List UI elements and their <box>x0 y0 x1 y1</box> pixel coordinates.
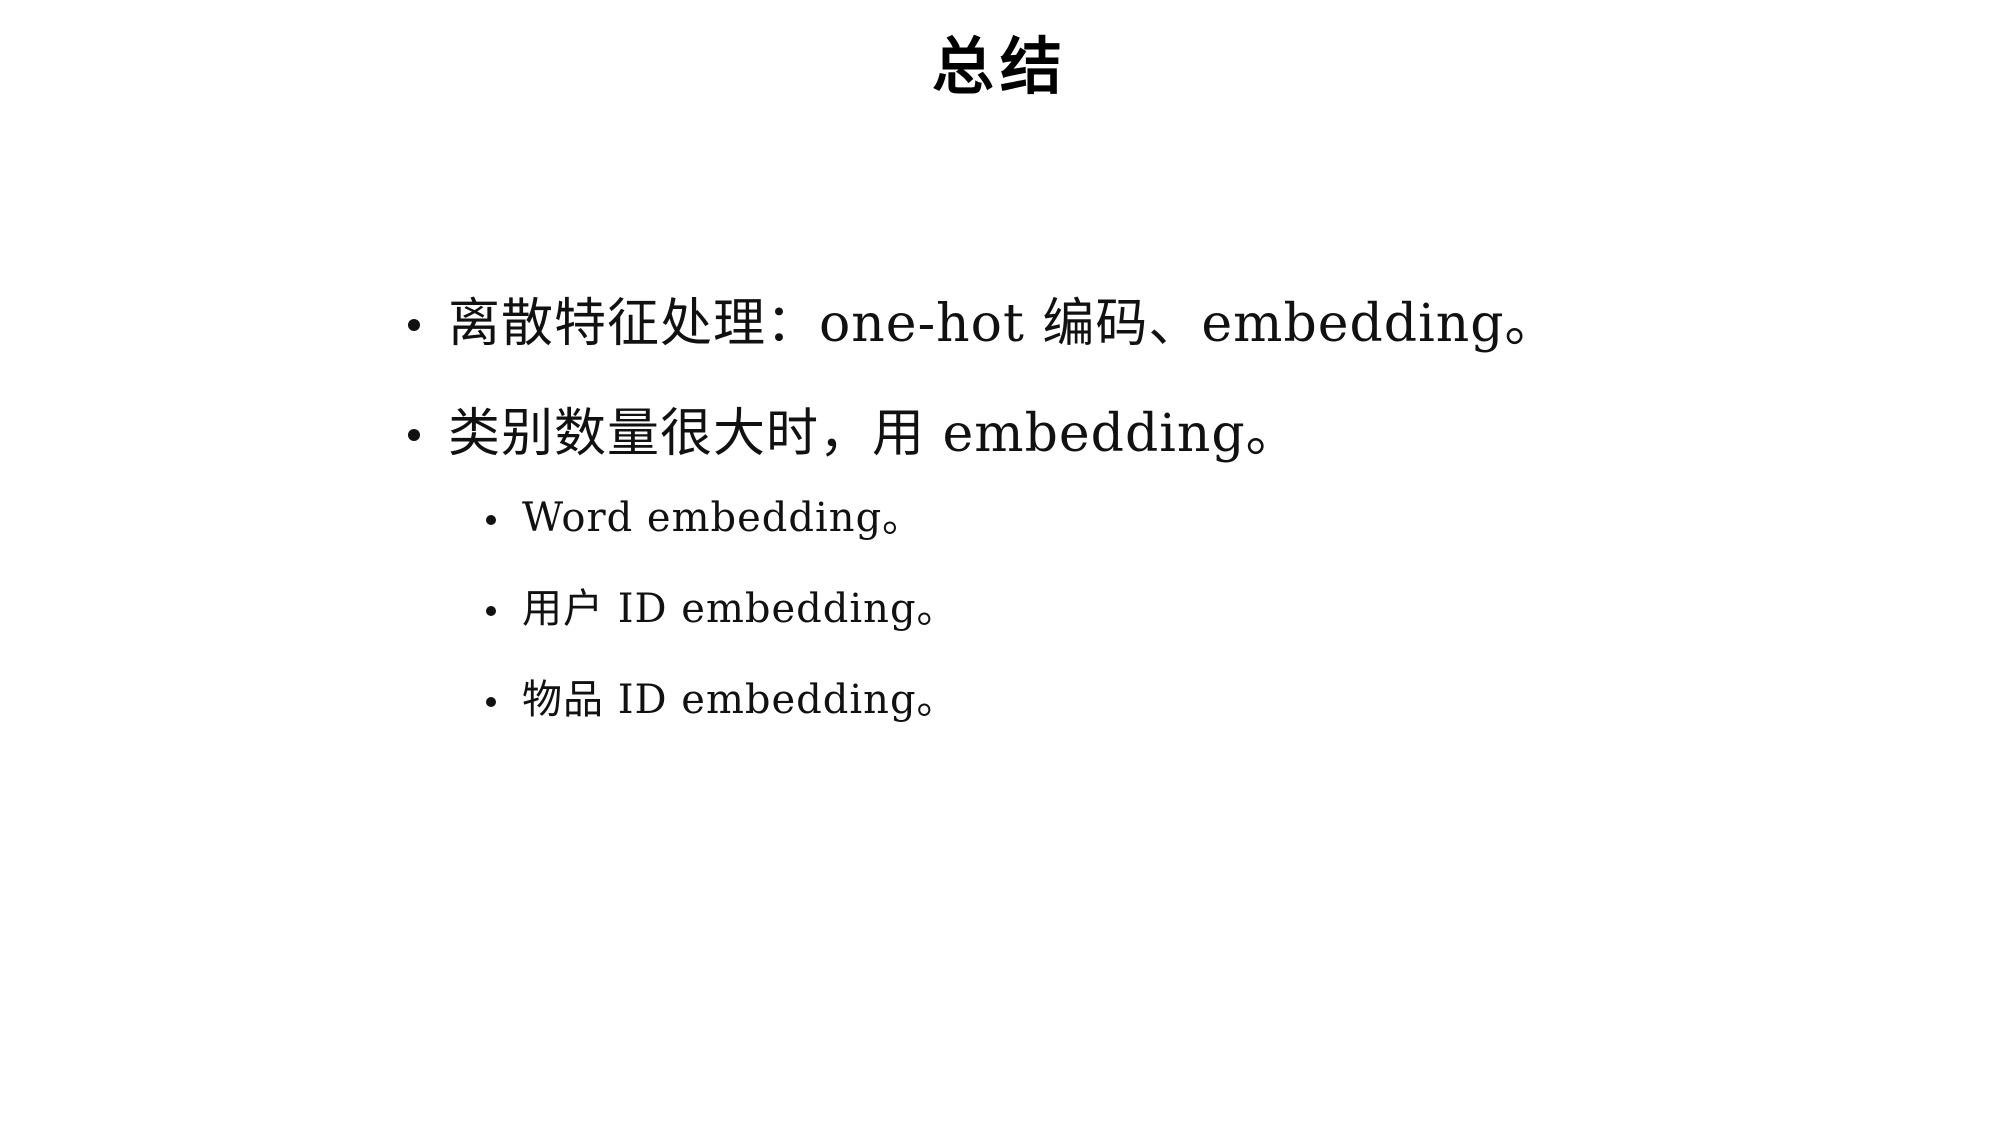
sub-bullet-item: 物品 ID embedding。 <box>400 672 1800 728</box>
bullet-dot-icon <box>486 515 496 525</box>
sub-bullet-text: 物品 ID embedding。 <box>522 677 958 723</box>
bullet-dot-icon <box>408 319 420 331</box>
bullet-item: 离散特征处理：one-hot 编码、embedding。 <box>400 288 1800 360</box>
slide-title: 总结 <box>931 30 1068 103</box>
bullet-item: 类别数量很大时，用 embedding。 <box>400 398 1800 470</box>
sub-bullet-item: Word embedding。 <box>400 490 1800 546</box>
bullet-dot-icon <box>486 697 496 707</box>
sub-bullet-text: Word embedding。 <box>522 495 924 541</box>
bullet-text: 离散特征处理：one-hot 编码、embedding。 <box>448 294 1558 354</box>
bullet-dot-icon <box>408 429 420 441</box>
sub-bullet-text: 用户 ID embedding。 <box>522 586 958 632</box>
sub-bullet-item: 用户 ID embedding。 <box>400 581 1800 637</box>
bullet-text: 类别数量很大时，用 embedding。 <box>448 404 1299 464</box>
bullet-list: 离散特征处理：one-hot 编码、embedding。 类别数量很大时，用 e… <box>400 288 1800 763</box>
bullet-dot-icon <box>486 606 496 616</box>
slide: 总结 离散特征处理：one-hot 编码、embedding。 类别数量很大时，… <box>0 0 2000 1125</box>
